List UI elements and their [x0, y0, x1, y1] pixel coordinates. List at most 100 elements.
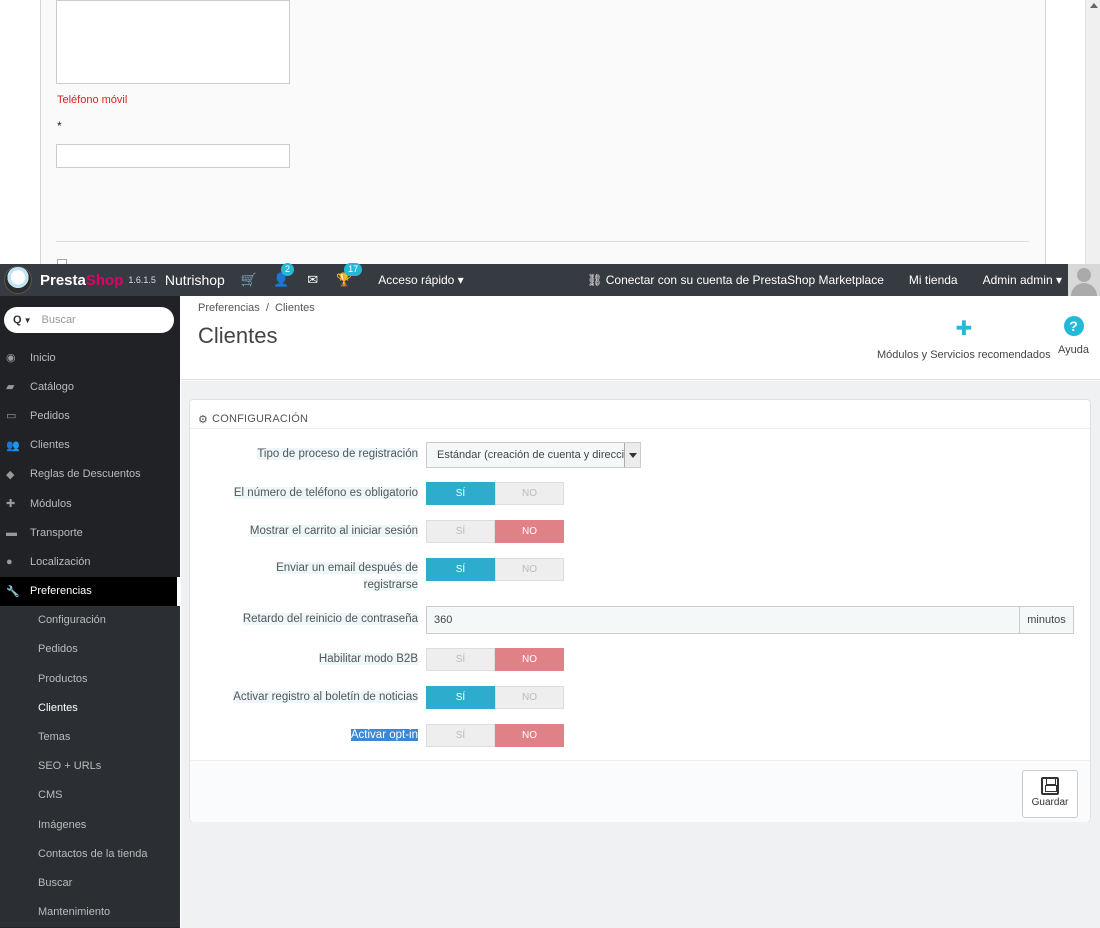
panel-heading: ⚙ CONFIGURACIÓN [198, 413, 309, 426]
phone-required-label: El número de teléfono es obligatorio [233, 487, 418, 499]
sidebar-subitem-pedidos[interactable]: Pedidos [0, 634, 180, 665]
envelope-icon[interactable]: ✉ [307, 272, 318, 288]
required-asterisk: * [57, 119, 62, 133]
send-email-yes[interactable]: SÍ [426, 558, 495, 581]
sidebar-subitem-temas[interactable]: Temas [0, 722, 180, 752]
sidebar-subitem-productos[interactable]: Productos [0, 664, 180, 694]
background-page: Teléfono móvil * [0, 0, 1100, 264]
prestashop-logo[interactable] [4, 266, 32, 294]
sidebar-item-catalogo[interactable]: ▰ Catálogo [0, 372, 180, 401]
trophy-badge: 17 [344, 263, 363, 276]
send-email-label: Enviar un email después de registrarse [276, 562, 418, 591]
phone-required-no[interactable]: NO [495, 482, 564, 505]
password-delay-label: Retardo del reinicio de contraseña [242, 613, 418, 625]
show-cart-no[interactable]: NO [495, 520, 564, 543]
registration-type-select[interactable]: Estándar (creación de cuenta y direcci [426, 442, 641, 468]
sidebar-item-localizacion[interactable]: ● Localización [0, 547, 180, 576]
help-button[interactable]: ? Ayuda [1058, 316, 1089, 356]
newsletter-yes[interactable]: SÍ [426, 686, 495, 709]
sidebar-subitem-clientes[interactable]: Clientes [0, 693, 180, 723]
optin-yes[interactable]: SÍ [426, 724, 495, 747]
sidebar-subitem-mantenimiento[interactable]: Mantenimiento [0, 897, 180, 927]
newsletter-no[interactable]: NO [495, 686, 564, 709]
question-icon: ? [1063, 316, 1084, 336]
newsletter-toggle[interactable]: SÍ NO [426, 686, 564, 709]
page-head: Preferencias / Clientes Clientes ✚ Módul… [181, 296, 1100, 380]
avatar[interactable] [1068, 264, 1100, 296]
registration-type-label: Tipo de proceso de registración [257, 448, 418, 460]
wrench-icon: 🔧 [6, 585, 20, 598]
book-icon: ▰ [6, 381, 15, 394]
newsletter-label: Activar registro al boletín de noticias [233, 691, 418, 703]
sidebar: Q ▼ Buscar ◉ Inicio ▰ Catálogo ▭ Pedidos 👥 C… [0, 296, 180, 928]
divider [56, 241, 1029, 242]
show-cart-yes[interactable]: SÍ [426, 520, 495, 543]
sidebar-menu: ◉ Inicio ▰ Catálogo ▭ Pedidos 👥 Clientes ◆ Re… [0, 343, 180, 927]
brand-name[interactable]: PrestaShop [40, 272, 123, 289]
phone-required-yes[interactable]: SÍ [426, 482, 495, 505]
users-icon: 👥 [6, 439, 20, 452]
admin-menu[interactable]: Admin admin ▾ [983, 273, 1062, 287]
password-delay-input[interactable]: 360 [426, 606, 1020, 634]
scroll-up-arrow-icon[interactable] [1090, 3, 1098, 8]
address-textarea[interactable] [56, 0, 290, 84]
show-cart-toggle[interactable]: SÍ NO [426, 520, 564, 543]
tag-icon: ◆ [6, 468, 15, 481]
page-title: Clientes [198, 323, 278, 348]
password-delay-group: 360 minutos [426, 606, 1074, 634]
top-header-bar: PrestaShop 1.6.1.5 Nutrishop 🛒 👤 2 ✉ 🏆 1… [0, 263, 1100, 296]
b2b-yes[interactable]: SÍ [426, 648, 495, 671]
recommended-modules-button[interactable]: ✚ Módulos y Servicios recomendados [877, 316, 1051, 361]
sidebar-subitem-contactos[interactable]: Contactos de la tienda [0, 839, 180, 869]
sidebar-subitem-buscar[interactable]: Buscar [0, 868, 180, 898]
truck-icon: ▬ [6, 526, 17, 539]
puzzle-icon: ✚ [955, 318, 973, 340]
sidebar-subitem-imagenes[interactable]: Imágenes [0, 810, 180, 840]
b2b-no[interactable]: NO [495, 648, 564, 671]
link-icon: ⛓ [587, 273, 606, 287]
show-cart-label: Mostrar el carrito al iniciar sesión [249, 525, 418, 537]
sidebar-item-clientes[interactable]: 👥 Clientes [0, 431, 180, 460]
sidebar-item-inicio[interactable]: ◉ Inicio [0, 343, 180, 372]
panel-footer: Guardar [190, 760, 1090, 822]
search-input[interactable]: Buscar [41, 314, 75, 326]
sidebar-item-modulos[interactable]: ✚ Módulos [0, 489, 180, 518]
configuration-panel: ⚙ CONFIGURACIÓN Tipo de proceso de regis… [189, 399, 1091, 822]
cart-icon[interactable]: 🛒 [241, 272, 257, 288]
sidebar-subitem-seo-urls[interactable]: SEO + URLs [0, 751, 180, 781]
optin-label: Activar opt-in [350, 729, 418, 741]
breadcrumb[interactable]: Preferencias / Clientes [198, 302, 315, 314]
password-delay-unit: minutos [1020, 606, 1074, 634]
optin-no[interactable]: NO [495, 724, 564, 747]
sidebar-item-transporte[interactable]: ▬ Transporte [0, 518, 180, 547]
panel-heading-divider [190, 428, 1090, 429]
sidebar-item-preferencias[interactable]: 🔧 Preferencias [0, 576, 180, 606]
my-store-link[interactable]: Mi tienda [909, 273, 958, 287]
send-email-no[interactable]: NO [495, 558, 564, 581]
dashboard-icon: ◉ [6, 352, 16, 365]
quick-access-menu[interactable]: Acceso rápido ▾ [378, 273, 463, 287]
search-icon[interactable]: Q [13, 314, 22, 326]
chevron-down-icon[interactable] [624, 443, 640, 467]
phone-required-toggle[interactable]: SÍ NO [426, 482, 564, 505]
globe-icon: ● [6, 555, 13, 568]
version-label: 1.6.1.5 [128, 275, 156, 285]
main-content: ⚙ CONFIGURACIÓN Tipo de proceso de regis… [181, 381, 1100, 928]
b2b-label: Habilitar modo B2B [318, 653, 418, 665]
send-email-toggle[interactable]: SÍ NO [426, 558, 564, 581]
sidebar-item-reglas-descuentos[interactable]: ◆ Reglas de Descuentos [0, 460, 180, 489]
b2b-toggle[interactable]: SÍ NO [426, 648, 564, 671]
sidebar-subitem-cms[interactable]: CMS [0, 780, 180, 810]
save-button[interactable]: Guardar [1022, 770, 1078, 818]
shop-name-link[interactable]: Nutrishop [165, 272, 225, 288]
mobile-phone-input[interactable] [56, 144, 290, 168]
customers-notification[interactable]: 👤 2 [273, 263, 295, 288]
sidebar-search[interactable]: Q ▼ Buscar [4, 307, 174, 333]
trophy-notification[interactable]: 🏆 17 [336, 263, 363, 288]
marketplace-connect-link[interactable]: ⛓ Conectar con su cuenta de PrestaShop M… [587, 273, 884, 287]
scrollbar[interactable] [1085, 0, 1100, 264]
chevron-down-icon[interactable]: ▼ [24, 316, 32, 325]
sidebar-subitem-configuracion[interactable]: Configuración [0, 605, 180, 635]
optin-toggle[interactable]: SÍ NO [426, 724, 564, 747]
sidebar-item-pedidos[interactable]: ▭ Pedidos [0, 401, 180, 430]
